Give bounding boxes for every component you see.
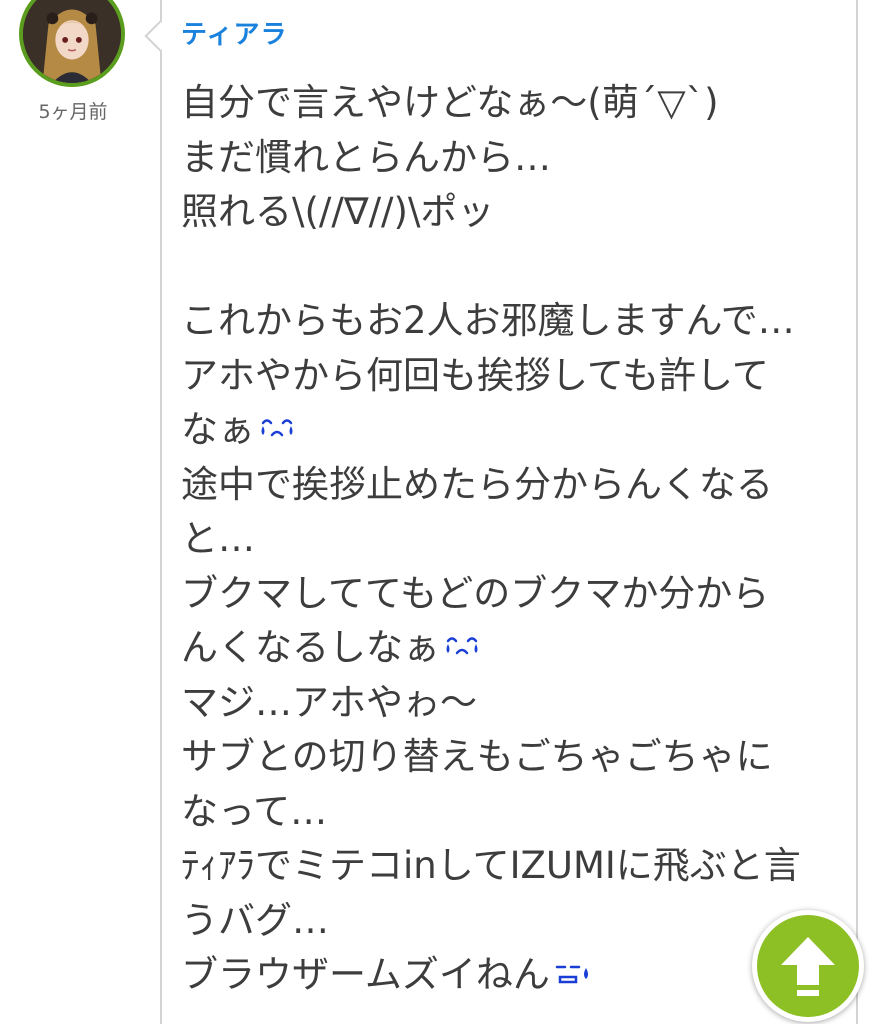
message-line: 照れる\(//∇//)\ポッ: [181, 190, 495, 233]
comment-message: 自分で言えやけどなぁ〜(萌´▽`) まだ慣れとらんから… 照れる\(//∇//)…: [181, 76, 841, 1003]
comment-username[interactable]: ティアラ: [181, 14, 287, 51]
comment-page: 5ヶ月前 ティアラ 自分で言えやけどなぁ〜(萌´▽`) まだ慣れとらんから… 照…: [0, 0, 881, 1024]
message-line: 自分で言えやけどなぁ〜(萌´▽`): [181, 81, 719, 124]
message-line: [181, 240, 841, 295]
message-line: マジ…アホやゎ〜: [181, 680, 477, 724]
crying-face-icon: [257, 404, 297, 459]
crying-face-icon: [442, 622, 482, 677]
message-line: アホやから何回も挨拶しても許して: [181, 353, 769, 397]
message-line: んくなるしなぁ: [181, 621, 841, 676]
message-line: これからもお2人お邪魔しますんで…: [181, 299, 795, 342]
user-avatar[interactable]: [19, 0, 125, 87]
message-line: ブラウザームズイねん: [181, 948, 841, 1003]
arrow-up-icon: [781, 937, 835, 996]
message-line: と…: [181, 517, 255, 560]
sweat-drop-face-icon: [552, 949, 592, 1004]
message-line: なぁ: [181, 403, 841, 458]
message-line: ﾃｨｱﾗでミテコinしてIZUMIに飛ぶと言: [181, 844, 801, 887]
comment-timestamp: 5ヶ月前: [38, 101, 108, 123]
message-line: サブとの切り替えもごちゃごちゃに: [181, 735, 773, 778]
message-line: うバグ…: [181, 898, 329, 942]
scroll-to-top-circle: [757, 915, 859, 1017]
scroll-to-top-button[interactable]: [752, 910, 864, 1022]
message-line: ブクマしててもどのブクマか分から: [181, 571, 770, 615]
message-line: なって…: [181, 789, 328, 833]
avatar-image: [23, 0, 121, 83]
message-line: 途中で挨拶止めたら分からんくなる: [181, 462, 773, 506]
message-line: まだ慣れとらんから…: [181, 135, 551, 179]
